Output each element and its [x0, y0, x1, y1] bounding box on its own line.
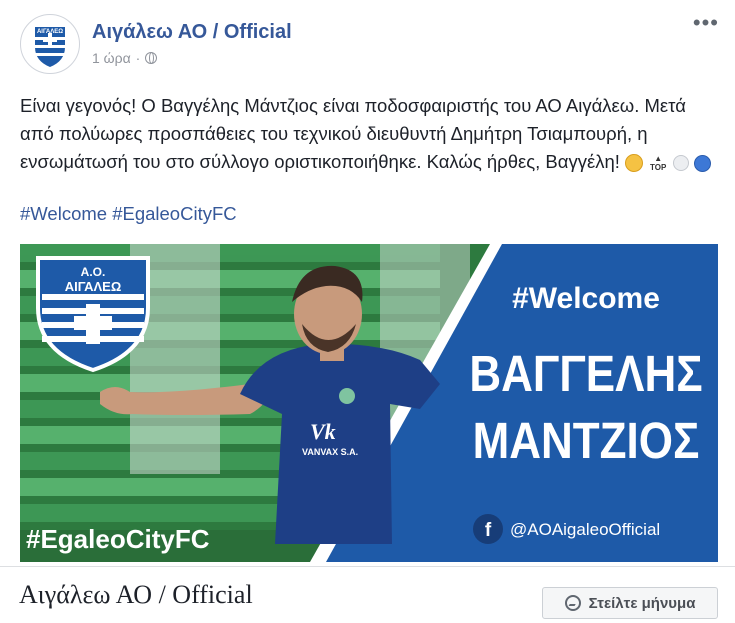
post-time[interactable]: 1 ώρα — [92, 50, 131, 66]
player-first-name: ΒΑΓΓΕΛΗΣ — [469, 346, 702, 403]
page-name-link[interactable]: Αιγάλεω ΑΟ / Official — [92, 21, 292, 44]
globe-icon[interactable] — [145, 52, 158, 64]
welcome-graphic: Α.Ο. ΑΙΓΑΛΕΩ Vk VANVAX S.A. #Welcome ΒΑΓ… — [20, 244, 718, 562]
sponsor-text: VANVAX S.A. — [302, 447, 358, 457]
avatar-logo-text: ΑΙΓΑΛΕΩ — [37, 29, 63, 35]
welcome-heading: #Welcome — [512, 282, 660, 315]
clapping-hands-icon — [625, 154, 644, 173]
social-handle: @AOAigaleoOfficial — [510, 520, 660, 539]
messenger-icon — [564, 595, 581, 611]
blue-circle-icon — [694, 154, 712, 172]
footer-divider — [0, 566, 735, 567]
hashtag-egaleocityfc[interactable]: #EgaleoCityFC — [112, 203, 236, 224]
facebook-f: f — [485, 520, 492, 541]
more-dots-icon[interactable]: ••• — [693, 10, 719, 36]
top-arrow-icon: ▲ TOP — [650, 154, 667, 173]
hashtag-welcome[interactable]: #Welcome — [20, 203, 107, 224]
sponsor-mark: Vk — [310, 419, 336, 444]
club-logo-icon: ΑΙΓΑΛΕΩ — [23, 17, 77, 71]
white-circle-icon — [673, 155, 690, 172]
send-message-label: Στείλτε μήνυμα — [588, 594, 696, 612]
post-image[interactable]: Α.Ο. ΑΙΓΑΛΕΩ Vk VANVAX S.A. #Welcome ΒΑΓ… — [20, 244, 718, 562]
meta-separator: · — [135, 50, 141, 66]
image-hashtag: #EgaleoCityFC — [26, 524, 210, 554]
post-hashtags: #Welcome #EgaleoCityFC — [20, 203, 237, 225]
post-body: Είναι γεγονός! Ο Βαγγέλης Μάντζιος είναι… — [20, 95, 686, 172]
footer-page-name[interactable]: Αιγάλεω ΑΟ / Official — [19, 580, 253, 610]
player-last-name: ΜΑΝΤΖΙΟΣ — [473, 413, 700, 470]
logo-abbr: Α.Ο. — [81, 265, 106, 279]
post-meta: 1 ώρα · — [92, 50, 158, 66]
logo-name: ΑΙΓΑΛΕΩ — [65, 279, 122, 294]
post-text: Είναι γεγονός! Ο Βαγγέλης Μάντζιος είναι… — [20, 92, 720, 176]
send-message-button[interactable]: Στείλτε μήνυμα — [542, 587, 718, 619]
top-label: TOP — [650, 163, 667, 173]
page-avatar[interactable]: ΑΙΓΑΛΕΩ — [20, 14, 80, 74]
